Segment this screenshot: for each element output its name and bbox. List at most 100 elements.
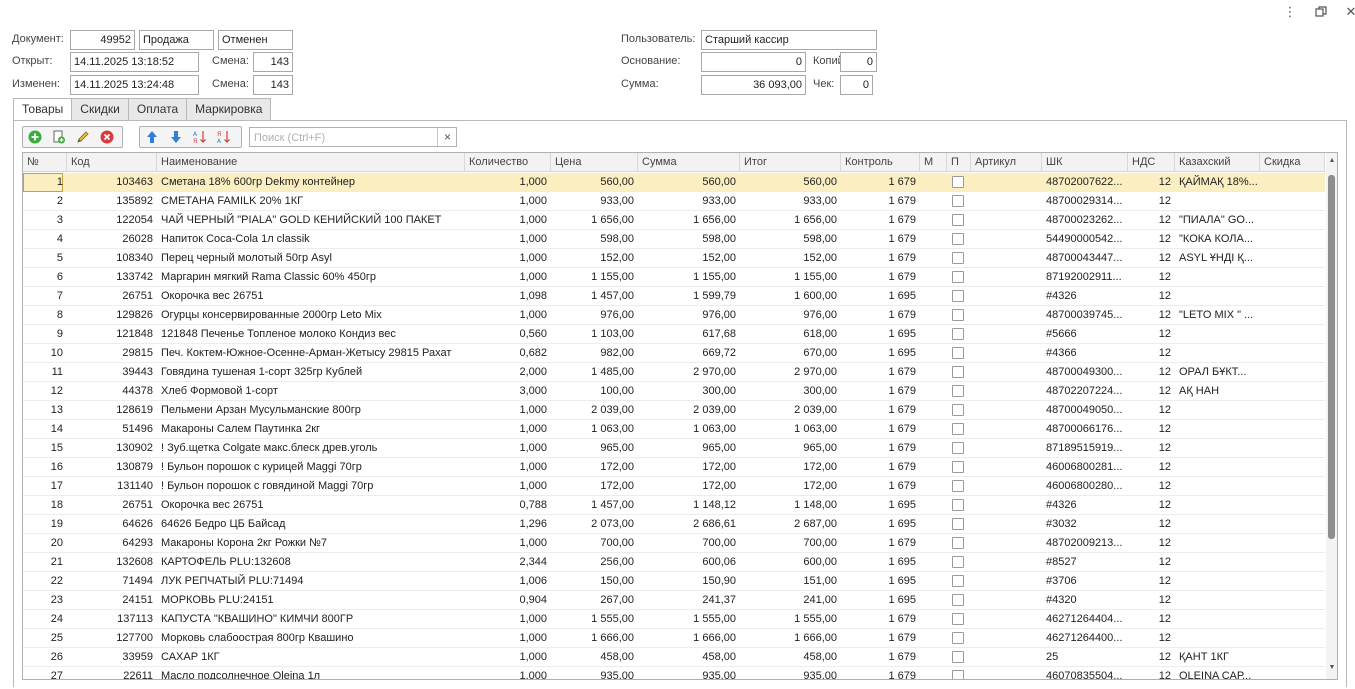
table-row[interactable]: 26 33959 САХАР 1КГ 1,000 458,00 458,00 458,00 1… [23, 648, 1325, 667]
table-row[interactable]: 21 132608 КАРТОФЕЛЬ PLU:132608 2,344 256,00 6… [23, 553, 1325, 572]
sort-asc-icon[interactable]: АЯ [188, 127, 212, 147]
table-row[interactable]: 24 137113 КАПУСТА "КВАШИНО" КИМЧИ 800ГР 1,0… [23, 610, 1325, 629]
p-checkbox[interactable] [952, 271, 964, 283]
tab-goods[interactable]: Товары [13, 98, 73, 121]
table-row[interactable]: 13 128619 Пельмени Арзан Мусульманские 800… [23, 401, 1325, 420]
p-checkbox[interactable] [952, 651, 964, 663]
col-code-header[interactable]: Код [67, 153, 157, 172]
p-checkbox[interactable] [952, 670, 964, 679]
close-icon[interactable]: ✕ [1343, 4, 1355, 20]
col-control-header[interactable]: Контроль [841, 153, 920, 172]
copy-icon[interactable] [47, 127, 71, 147]
shift2-field[interactable]: 143 [253, 75, 293, 95]
table-row[interactable]: 2 135892 СМЕТАНА FAMILK 20% 1КГ 1,000 933,00… [23, 192, 1325, 211]
scroll-down-icon[interactable]: ▼ [1326, 662, 1337, 674]
col-sum-header[interactable]: Сумма [638, 153, 740, 172]
search-clear-button[interactable]: × [437, 128, 457, 146]
table-row[interactable]: 27 22611 Масло подсолнечное Oleina 1л 1,000… [23, 667, 1325, 679]
table-row[interactable]: 10 29815 Печ. Коктем-Южное-Осенне-Арман-Же… [23, 344, 1325, 363]
table-row[interactable]: 4 26028 Напиток Coca-Cola 1л classik 1,000 5… [23, 230, 1325, 249]
basis-field[interactable]: 0 [701, 52, 806, 72]
document-type-field[interactable]: Продажа [139, 30, 214, 50]
col-name-header[interactable]: Наименование [157, 153, 465, 172]
col-kazakh-header[interactable]: Казахский [1175, 153, 1260, 172]
col-num-header[interactable]: № [23, 153, 67, 172]
user-field[interactable]: Старший кассир [701, 30, 877, 50]
p-checkbox[interactable] [952, 461, 964, 473]
shift1-field[interactable]: 143 [253, 52, 293, 72]
move-up-icon[interactable] [140, 127, 164, 147]
p-checkbox[interactable] [952, 556, 964, 568]
table-row[interactable]: 25 127700 Морковь слабоострая 800гр Квашин… [23, 629, 1325, 648]
table-row[interactable]: 11 39443 Говядина тушеная 1-сорт 325гр Куб… [23, 363, 1325, 382]
p-checkbox[interactable] [952, 290, 964, 302]
p-checkbox[interactable] [952, 328, 964, 340]
sum-field[interactable]: 36 093,00 [701, 75, 806, 95]
table-row[interactable]: 9 121848 121848 Печенье Топленое молоко Ко… [23, 325, 1325, 344]
document-status-field[interactable]: Отменен [218, 30, 293, 50]
sort-desc-icon[interactable]: ЯА [212, 127, 236, 147]
col-discount-header[interactable]: Скидка [1260, 153, 1325, 172]
table-row[interactable]: 5 108340 Перец черный молотый 50гр Asyl 1,0… [23, 249, 1325, 268]
opened-field[interactable]: 14.11.2025 13:18:52 [70, 52, 199, 72]
tab-marking[interactable]: Маркировка [186, 98, 272, 120]
p-checkbox[interactable] [952, 233, 964, 245]
p-checkbox[interactable] [952, 632, 964, 644]
edit-icon[interactable] [71, 127, 95, 147]
restore-icon[interactable] [1313, 4, 1329, 20]
p-checkbox[interactable] [952, 480, 964, 492]
p-checkbox[interactable] [952, 423, 964, 435]
changed-field[interactable]: 14.11.2025 13:24:48 [70, 75, 199, 95]
col-m-header[interactable]: М [920, 153, 947, 172]
p-checkbox[interactable] [952, 404, 964, 416]
table-row[interactable]: 6 133742 Маргарин мягкий Rama Classic 60% … [23, 268, 1325, 287]
table-row[interactable]: 22 71494 ЛУК РЕПЧАТЫЙ PLU:71494 1,006 150,00… [23, 572, 1325, 591]
more-vert-icon[interactable]: ⋮ [1282, 4, 1298, 20]
check-field[interactable]: 0 [840, 75, 873, 95]
scroll-up-icon[interactable]: ▲ [1326, 155, 1337, 167]
table-row[interactable]: 3 122054 ЧАЙ ЧЕРНЫЙ "PIALA" GOLD КЕНИЙСКИЙ… [23, 211, 1325, 230]
table-row[interactable]: 16 130879 ! Бульон порошок с курицей Maggi… [23, 458, 1325, 477]
col-total-header[interactable]: Итог [740, 153, 841, 172]
table-row[interactable]: 14 51496 Макароны Салем Паутинка 2кг 1,000 1… [23, 420, 1325, 439]
table-row[interactable]: 19 64626 64626 Бедро ЦБ Байсад 1,296 2 073,0… [23, 515, 1325, 534]
p-checkbox[interactable] [952, 613, 964, 625]
col-vat-header[interactable]: НДС [1128, 153, 1175, 172]
table-row[interactable]: 12 44378 Хлеб Формовой 1-сорт 3,000 100,00 30… [23, 382, 1325, 401]
p-checkbox[interactable] [952, 252, 964, 264]
col-article-header[interactable]: Артикул [971, 153, 1042, 172]
col-barcode-header[interactable]: ШК [1042, 153, 1128, 172]
p-checkbox[interactable] [952, 537, 964, 549]
table-row[interactable]: 18 26751 Окорочка вес 26751 0,788 1 457,00 1 … [23, 496, 1325, 515]
document-number-field[interactable]: 49952 [70, 30, 135, 50]
vertical-scrollbar[interactable]: ▲ ▼ [1326, 153, 1337, 679]
table-row[interactable]: 15 130902 ! Зуб.щетка Colgate макс.блеск д… [23, 439, 1325, 458]
table-row[interactable]: 1 103463 Сметана 18% 600гр Dekmy контейнер… [23, 173, 1325, 192]
p-checkbox[interactable] [952, 575, 964, 587]
table-row[interactable]: 7 26751 Окорочка вес 26751 1,098 1 457,00 1 5… [23, 287, 1325, 306]
p-checkbox[interactable] [952, 385, 964, 397]
tab-discounts[interactable]: Скидки [71, 98, 129, 120]
table-row[interactable]: 20 64293 Макароны Корона 2кг Рожки №7 1,000… [23, 534, 1325, 553]
p-checkbox[interactable] [952, 176, 964, 188]
table-row[interactable]: 23 24151 МОРКОВЬ PLU:24151 0,904 267,00 241,3… [23, 591, 1325, 610]
scrollbar-thumb[interactable] [1328, 175, 1335, 539]
copies-field[interactable]: 0 [840, 52, 877, 72]
col-qty-header[interactable]: Количество [465, 153, 551, 172]
move-down-icon[interactable] [164, 127, 188, 147]
col-p-header[interactable]: П [947, 153, 971, 172]
tab-payment[interactable]: Оплата [127, 98, 188, 120]
add-icon[interactable] [23, 127, 47, 147]
p-checkbox[interactable] [952, 499, 964, 511]
p-checkbox[interactable] [952, 309, 964, 321]
search-input[interactable]: Поиск (Ctrl+F) × [249, 127, 457, 147]
p-checkbox[interactable] [952, 594, 964, 606]
p-checkbox[interactable] [952, 518, 964, 530]
p-checkbox[interactable] [952, 442, 964, 454]
table-row[interactable]: 8 129826 Огурцы консервированные 2000гр Le… [23, 306, 1325, 325]
p-checkbox[interactable] [952, 366, 964, 378]
col-price-header[interactable]: Цена [551, 153, 638, 172]
table-row[interactable]: 17 131140 ! Бульон порошок с говядиной Mag… [23, 477, 1325, 496]
p-checkbox[interactable] [952, 195, 964, 207]
p-checkbox[interactable] [952, 214, 964, 226]
